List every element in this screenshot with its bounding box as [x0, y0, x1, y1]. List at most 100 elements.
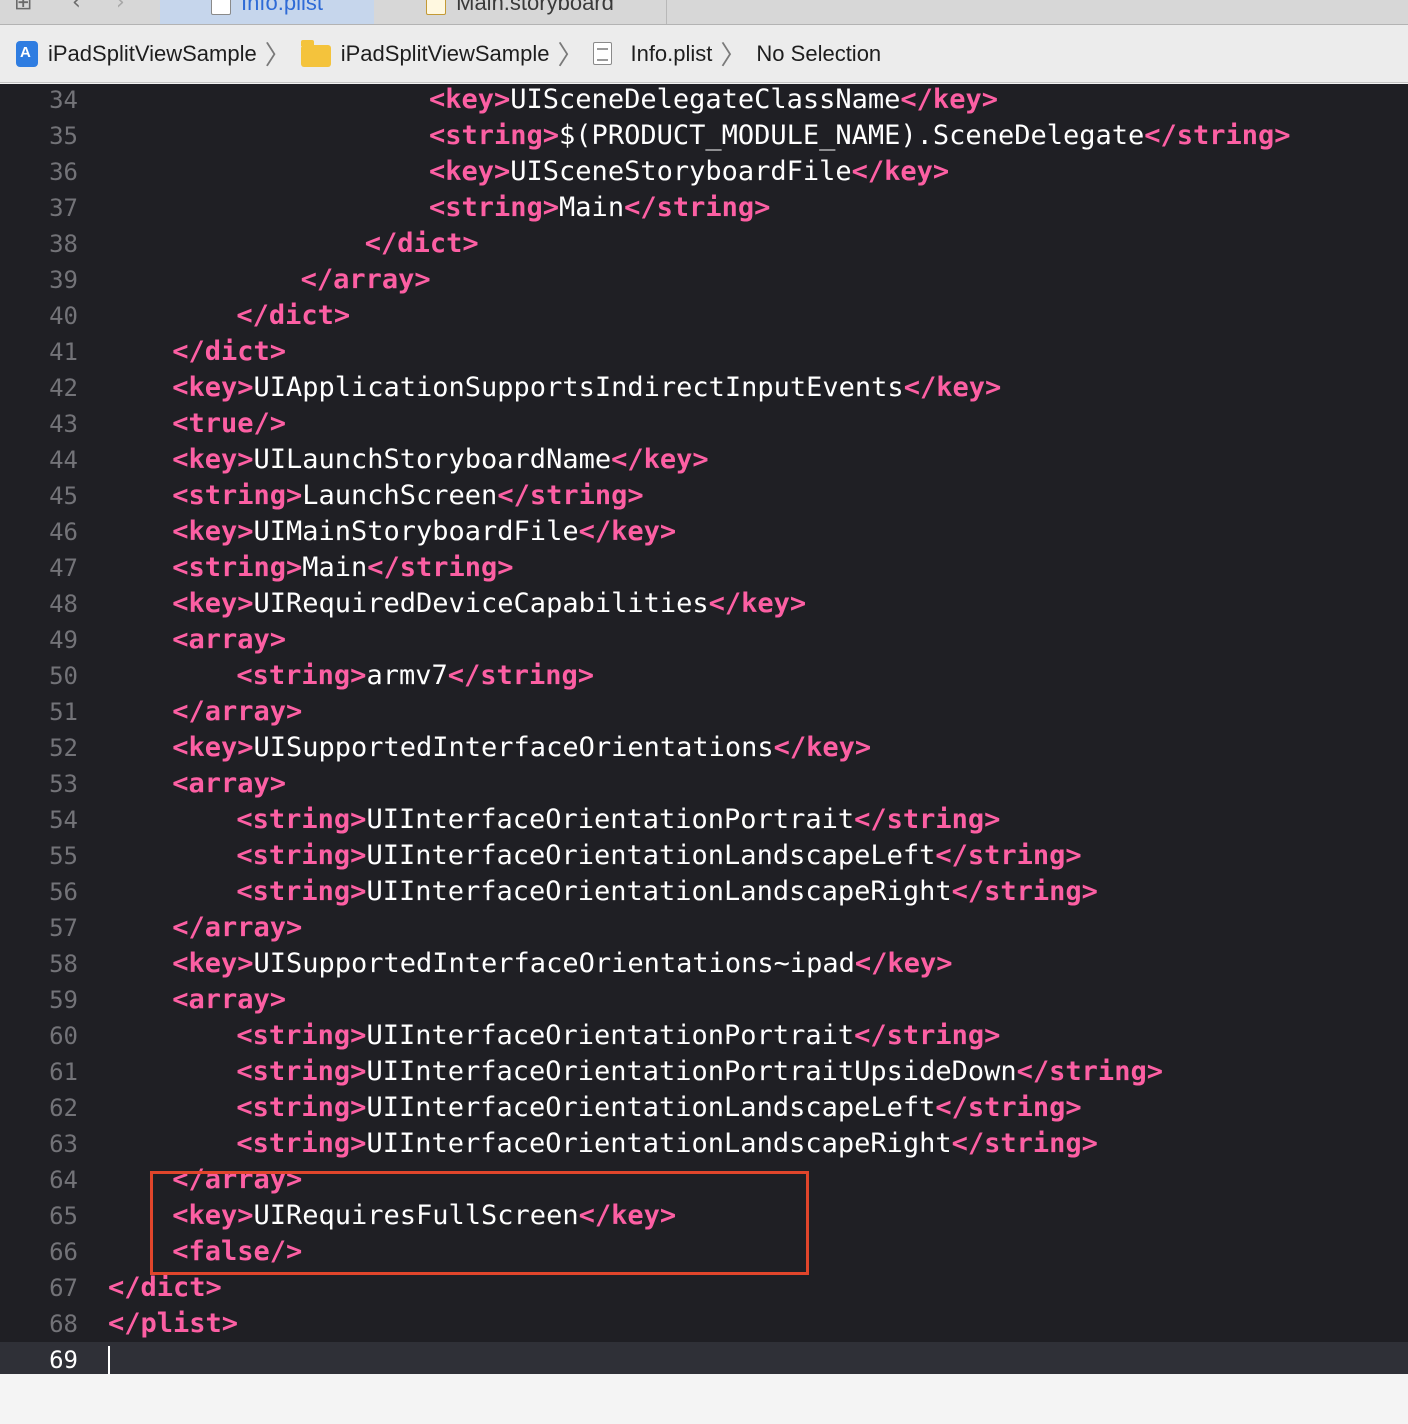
line-number: 51: [49, 698, 78, 726]
code-line[interactable]: 41 </dict>: [0, 334, 1408, 370]
xml-tag: </string>: [624, 192, 771, 223]
xml-value: UIInterfaceOrientationLandscapeLeft: [366, 840, 936, 871]
xml-tag: </key>: [854, 948, 953, 979]
code-line[interactable]: 60 <string>UIInterfaceOrientationPortrait…: [0, 1018, 1408, 1054]
code-text: <string>Main</string>: [429, 190, 770, 226]
code-line[interactable]: 52 <key>UISupportedInterfaceOrientations<…: [0, 730, 1408, 766]
xml-tag: </string>: [935, 1092, 1082, 1123]
code-line[interactable]: 63 <string>UIInterfaceOrientationLandscap…: [0, 1126, 1408, 1162]
line-number: 36: [49, 158, 78, 186]
breadcrumb-project[interactable]: iPadSplitViewSample: [16, 40, 257, 67]
xml-tag: </dict>: [108, 1272, 222, 1303]
code-line[interactable]: 34 <key>UISceneDelegateClassName</key>: [0, 84, 1408, 118]
line-number: 62: [49, 1094, 78, 1122]
code-line[interactable]: 56 <string>UIInterfaceOrientationLandscap…: [0, 874, 1408, 910]
code-line[interactable]: 38 </dict>: [0, 226, 1408, 262]
code-line[interactable]: 47 <string>Main</string>: [0, 550, 1408, 586]
plist-file-icon: [211, 0, 232, 15]
code-text: <key>UILaunchStoryboardName</key>: [172, 442, 708, 478]
line-number: 45: [49, 482, 78, 510]
editor-footer: [0, 1374, 1408, 1424]
xml-tag: </array>: [300, 264, 431, 295]
code-line[interactable]: 39 </array>: [0, 262, 1408, 298]
tab-main-storyboard[interactable]: Main.storyboard: [374, 0, 666, 24]
breadcrumb-file[interactable]: Info.plist: [593, 41, 712, 67]
code-line[interactable]: 37 <string>Main</string>: [0, 190, 1408, 226]
code-line[interactable]: 51 </array>: [0, 694, 1408, 730]
code-text: <key>UIMainStoryboardFile</key>: [172, 514, 676, 550]
source-editor[interactable]: 69 68 </plist> 67 </dict> 66 <false/> 65 <key>UI…: [0, 84, 1408, 1374]
line-number: 34: [49, 86, 78, 114]
xml-value: UIInterfaceOrientationPortraitUpsideDown: [366, 1056, 1017, 1087]
code-line[interactable]: 62 <string>UIInterfaceOrientationLandscap…: [0, 1090, 1408, 1126]
code-text: <true/>: [172, 406, 286, 442]
line-number: 47: [49, 554, 78, 582]
code-text: </plist>: [108, 1306, 238, 1342]
line-number: 49: [49, 626, 78, 654]
line-number: 44: [49, 446, 78, 474]
line-number: 60: [49, 1022, 78, 1050]
annotation-highlight-box: [150, 1171, 809, 1275]
xml-tag: <string>: [429, 192, 560, 223]
breadcrumb-selection[interactable]: No Selection: [756, 41, 881, 67]
line-number: 66: [49, 1238, 78, 1266]
code-line[interactable]: 45 <string>LaunchScreen</string>: [0, 478, 1408, 514]
xml-tag: </string>: [935, 840, 1082, 871]
code-line[interactable]: 57 </array>: [0, 910, 1408, 946]
code-line[interactable]: 48 <key>UIRequiredDeviceCapabilities</key…: [0, 586, 1408, 622]
code-line[interactable]: 36 <key>UISceneStoryboardFile</key>: [0, 154, 1408, 190]
back-arrow-icon[interactable]: ‹: [72, 0, 81, 15]
xml-tag: </string>: [367, 552, 514, 583]
code-line[interactable]: 49 <array>: [0, 622, 1408, 658]
code-line[interactable]: 69: [0, 1342, 1408, 1374]
code-line[interactable]: 42 <key>UIApplicationSupportsIndirectInpu…: [0, 370, 1408, 406]
xml-tag: <true/>: [172, 408, 286, 439]
code-text: <string>UIInterfaceOrientationLandscapeL…: [236, 838, 1081, 874]
code-line[interactable]: 53 <array>: [0, 766, 1408, 802]
line-number: 57: [49, 914, 78, 942]
line-number: 58: [49, 950, 78, 978]
code-text: <string>UIInterfaceOrientationLandscapeL…: [236, 1090, 1081, 1126]
code-line[interactable]: 46 <key>UIMainStoryboardFile</key>: [0, 514, 1408, 550]
xml-tag: <key>: [172, 588, 254, 619]
forward-arrow-icon[interactable]: ›: [116, 0, 125, 15]
xml-tag: </string>: [1016, 1056, 1163, 1087]
xml-tag: <string>: [236, 1020, 367, 1051]
xml-value: UIApplicationSupportsIndirectInputEvents: [253, 372, 904, 403]
code-text: </dict>: [365, 226, 479, 262]
breadcrumb-label: iPadSplitViewSample: [48, 40, 257, 66]
storyboard-file-icon: [426, 0, 447, 15]
code-line[interactable]: 68 </plist>: [0, 1306, 1408, 1342]
xml-tag: <string>: [172, 480, 303, 511]
code-line[interactable]: 67 </dict>: [0, 1270, 1408, 1306]
xml-tag: <string>: [236, 1128, 367, 1159]
xml-tag: <string>: [236, 1092, 367, 1123]
xml-value: $(PRODUCT_MODULE_NAME).SceneDelegate: [559, 120, 1145, 151]
line-number: 40: [49, 302, 78, 330]
code-line[interactable]: 55 <string>UIInterfaceOrientationLandscap…: [0, 838, 1408, 874]
code-line[interactable]: 40 </dict>: [0, 298, 1408, 334]
code-text: <array>: [172, 982, 286, 1018]
code-text: <string>UIInterfaceOrientationPortrait</…: [236, 802, 1000, 838]
code-line[interactable]: 58 <key>UISupportedInterfaceOrientations~…: [0, 946, 1408, 982]
tab-info-plist[interactable]: Info.plist: [160, 0, 374, 24]
xml-tag: <key>: [172, 516, 254, 547]
code-text: <string>armv7</string>: [236, 658, 594, 694]
xml-value: UISceneDelegateClassName: [510, 84, 901, 115]
code-line[interactable]: 44 <key>UILaunchStoryboardName</key>: [0, 442, 1408, 478]
xml-tag: </dict>: [172, 336, 286, 367]
code-line[interactable]: 43 <true/>: [0, 406, 1408, 442]
breadcrumb-label: iPadSplitViewSample: [340, 40, 550, 66]
line-number: 42: [49, 374, 78, 402]
xml-tag: </string>: [497, 480, 644, 511]
code-line[interactable]: 61 <string>UIInterfaceOrientationPortrait…: [0, 1054, 1408, 1090]
code-line[interactable]: 54 <string>UIInterfaceOrientationPortrait…: [0, 802, 1408, 838]
breadcrumb-label: No Selection: [756, 40, 882, 66]
xml-tag: </dict>: [364, 228, 479, 259]
code-line[interactable]: 50 <string>armv7</string>: [0, 658, 1408, 694]
grid-icon[interactable]: ⊞: [14, 0, 32, 15]
xml-tag: <array>: [172, 624, 286, 655]
code-line[interactable]: 59 <array>: [0, 982, 1408, 1018]
breadcrumb-group[interactable]: iPadSplitViewSample: [300, 39, 550, 67]
code-line[interactable]: 35 <string>$(PRODUCT_MODULE_NAME).SceneDe…: [0, 118, 1408, 154]
